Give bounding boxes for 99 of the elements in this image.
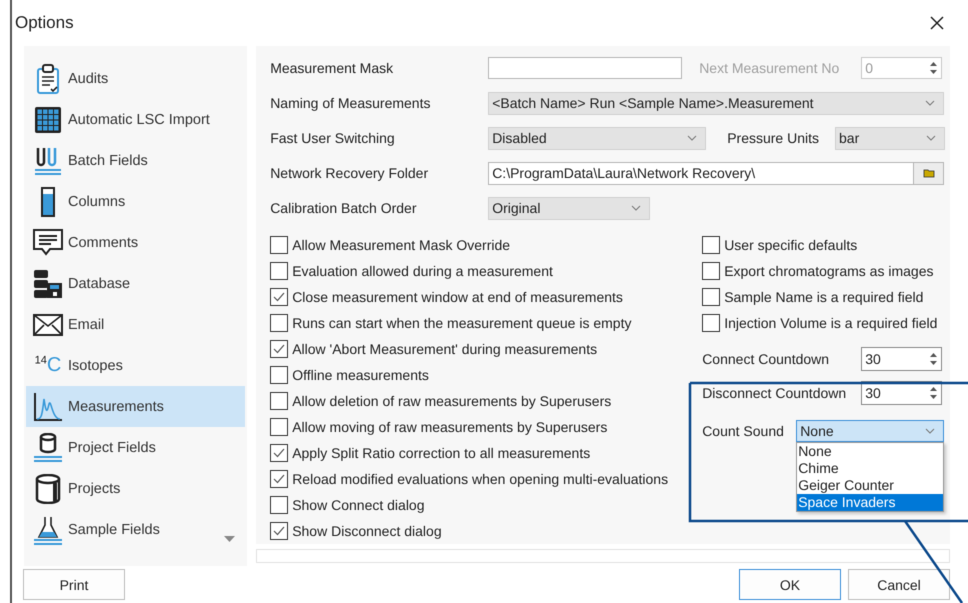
sidebar-item[interactable]: Automatic LSC Import xyxy=(26,99,246,140)
dialog-button[interactable]: Print xyxy=(23,569,125,600)
checkbox-label[interactable]: Export chromatograms as images xyxy=(724,263,934,279)
checkmark-icon xyxy=(272,446,286,460)
checkmark-icon xyxy=(272,290,286,304)
checkbox[interactable] xyxy=(702,288,720,306)
chevron-down-icon xyxy=(631,205,642,211)
grid-icon xyxy=(34,106,62,134)
folder-icon xyxy=(922,168,935,178)
dropdown[interactable]: <Batch Name> Run <Sample Name>.Measurement xyxy=(488,92,944,114)
sidebar-item[interactable]: Measurements xyxy=(26,386,246,427)
field-label: Disconnect Countdown xyxy=(702,385,848,401)
checkbox-label[interactable]: Allow 'Abort Measurement' during measurements xyxy=(292,341,598,357)
sidebar-item[interactable]: Batch Fields xyxy=(26,140,246,181)
field-label: Fast User Switching xyxy=(270,130,396,146)
checkbox[interactable] xyxy=(270,470,288,488)
scroll-down-icon[interactable] xyxy=(224,536,236,542)
sidebar-item[interactable]: Database xyxy=(26,263,246,304)
dropdown[interactable]: Original xyxy=(488,196,650,220)
dropdown[interactable]: bar xyxy=(835,126,945,150)
dropdown[interactable]: Disabled xyxy=(488,126,706,150)
field-label: Count Sound xyxy=(702,423,785,439)
envelope-icon xyxy=(33,314,63,336)
test-tubes-icon xyxy=(33,146,63,176)
window-title: Options xyxy=(15,13,74,33)
sidebar-item[interactable]: Project Fields xyxy=(26,427,246,468)
dialog-button[interactable]: Cancel xyxy=(848,569,950,600)
checkbox-label[interactable]: User specific defaults xyxy=(724,237,858,253)
sidebar-item[interactable]: $^{14}$C Isotopes xyxy=(26,345,246,386)
sidebar-item[interactable]: Email xyxy=(26,304,246,345)
field-label: Pressure Units xyxy=(727,130,819,146)
isotope-icon: $^{14}$C xyxy=(34,354,62,377)
dropdown[interactable]: None xyxy=(796,420,944,442)
checkbox-label[interactable]: Evaluation allowed during a measurement xyxy=(292,263,553,279)
checkbox-label[interactable]: Reload modified evaluations when opening multi-evaluations xyxy=(292,471,668,487)
sidebar-item[interactable]: Sample Fields xyxy=(26,509,246,550)
column-icon xyxy=(41,186,55,216)
spin-arrows-icon[interactable] xyxy=(929,60,938,76)
cylinder-icon xyxy=(33,432,63,462)
dropdown-option[interactable]: Chime xyxy=(797,460,944,477)
close-icon[interactable] xyxy=(930,16,944,30)
checkbox[interactable] xyxy=(270,444,288,462)
chevron-down-icon xyxy=(925,100,936,106)
checkbox[interactable] xyxy=(270,262,288,280)
checkbox-label[interactable]: Close measurement window at end of measurements xyxy=(292,289,623,305)
field-label: Measurement Mask xyxy=(270,60,394,76)
sidebar-item[interactable]: Projects xyxy=(26,468,246,509)
checkbox[interactable] xyxy=(702,236,720,254)
checkbox-label[interactable]: Apply Split Ratio correction to all measurements xyxy=(292,445,590,461)
field-label: Naming of Measurements xyxy=(270,95,432,111)
checkbox[interactable] xyxy=(270,496,288,514)
speech-bubble-icon xyxy=(33,228,63,258)
field-label: Next Measurement No xyxy=(699,60,840,76)
measurement-mask-field[interactable] xyxy=(488,57,682,79)
checkmark-icon xyxy=(272,342,286,356)
database-disk-icon xyxy=(33,268,63,298)
peaks-chart-icon xyxy=(33,392,63,422)
checkbox[interactable] xyxy=(270,288,288,306)
checkmark-icon xyxy=(272,524,286,538)
checkbox[interactable] xyxy=(270,418,288,436)
field-label: Network Recovery Folder xyxy=(270,165,430,181)
chevron-down-icon xyxy=(925,428,936,434)
checkbox-label[interactable]: Runs can start when the measurement queue is empty xyxy=(292,315,632,331)
checkbox-label[interactable]: Sample Name is a required field xyxy=(724,289,924,305)
browse-button[interactable] xyxy=(914,162,944,184)
dropdown-option[interactable]: Space Invaders xyxy=(797,494,944,511)
spin-arrows-icon[interactable] xyxy=(929,385,938,401)
checkmark-icon xyxy=(272,472,286,486)
checkbox-label[interactable]: Injection Volume is a required field xyxy=(724,315,938,331)
checkbox-label[interactable]: Show Connect dialog xyxy=(292,497,424,513)
checkbox[interactable] xyxy=(702,262,720,280)
checkbox[interactable] xyxy=(270,522,288,540)
checkbox[interactable] xyxy=(702,314,720,332)
checkbox-label[interactable]: Allow deletion of raw measurements by Superusers xyxy=(292,393,612,409)
folder-path-field[interactable]: C:\ProgramData\Laura\Network Recovery\ xyxy=(488,162,914,184)
dialog-button[interactable]: OK xyxy=(739,569,841,600)
checkbox-label[interactable]: Offline measurements xyxy=(292,367,429,383)
dropdown-option[interactable]: None xyxy=(797,443,944,460)
sidebar-item[interactable]: Audits xyxy=(26,58,246,99)
chevron-down-icon xyxy=(926,135,936,141)
dropdown-option[interactable]: Geiger Counter xyxy=(797,477,944,494)
clipboard-icon xyxy=(36,64,60,94)
sidebar-item[interactable]: Columns xyxy=(26,181,246,222)
checkbox-label[interactable]: Show Disconnect dialog xyxy=(292,523,442,539)
checkbox[interactable] xyxy=(270,314,288,332)
checkbox[interactable] xyxy=(270,392,288,410)
sidebar-item[interactable]: Comments xyxy=(26,222,246,263)
checkbox[interactable] xyxy=(270,340,288,358)
flask-icon xyxy=(33,514,63,544)
checkbox-label[interactable]: Allow moving of raw measurements by Superusers xyxy=(292,419,608,435)
spin-arrows-icon[interactable] xyxy=(929,351,938,367)
cylinder-icon xyxy=(35,474,61,504)
checkbox-label[interactable]: Allow Measurement Mask Override xyxy=(292,237,510,253)
checkbox[interactable] xyxy=(270,366,288,384)
checkbox[interactable] xyxy=(270,236,288,254)
spin-field[interactable]: 30 xyxy=(861,347,942,371)
field-label: Calibration Batch Order xyxy=(270,200,418,216)
chevron-down-icon xyxy=(687,135,698,141)
field-label: Connect Countdown xyxy=(702,351,830,367)
